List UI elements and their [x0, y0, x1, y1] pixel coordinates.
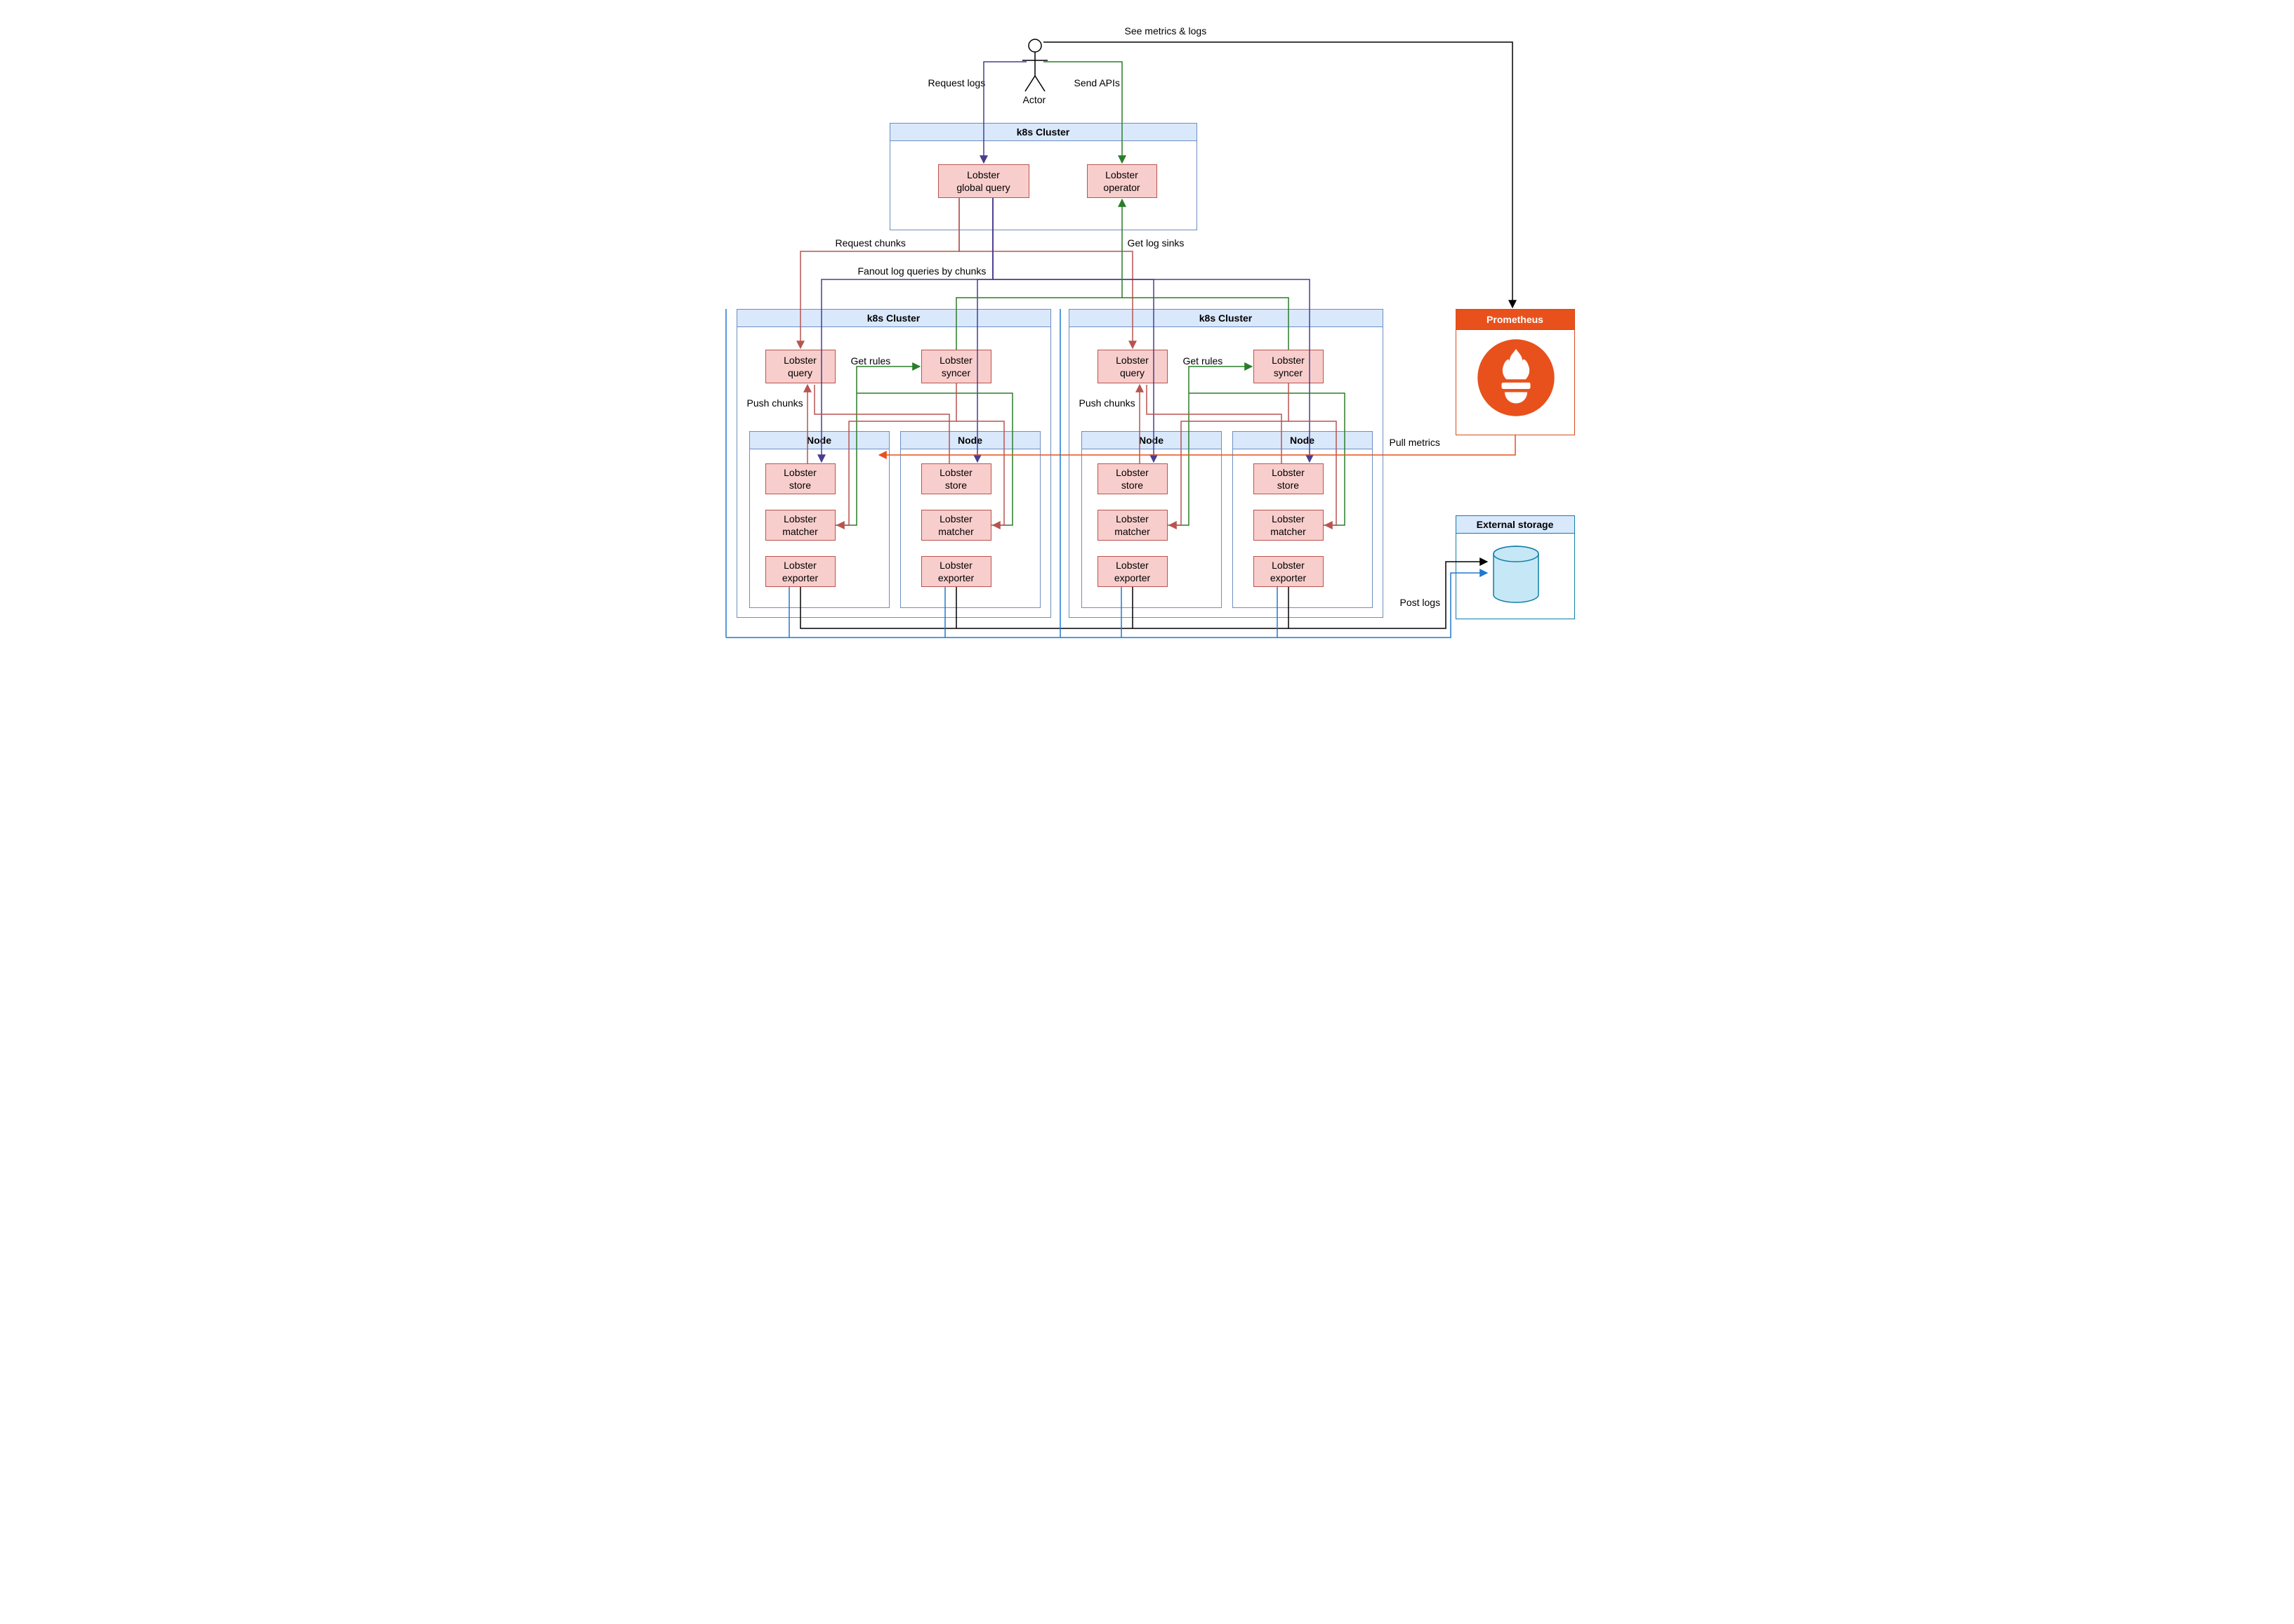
- node3-matcher: Lobster matcher: [1097, 510, 1168, 541]
- right-k8s-title: k8s Cluster: [1069, 310, 1383, 327]
- label-get-rules-2: Get rules: [1183, 355, 1223, 367]
- external-storage-title: External storage: [1456, 516, 1574, 534]
- node-2-title: Node: [901, 432, 1040, 449]
- label-pull-metrics: Pull metrics: [1390, 437, 1440, 448]
- node-3-title: Node: [1082, 432, 1221, 449]
- node1-exporter: Lobster exporter: [765, 556, 836, 587]
- node3-store: Lobster store: [1097, 463, 1168, 494]
- node4-store: Lobster store: [1253, 463, 1324, 494]
- label-get-rules-1: Get rules: [851, 355, 891, 367]
- node-4-title: Node: [1233, 432, 1372, 449]
- left-k8s-title: k8s Cluster: [737, 310, 1050, 327]
- label-request-chunks: Request chunks: [836, 237, 906, 249]
- label-push-chunks-1: Push chunks: [747, 397, 803, 409]
- node2-exporter: Lobster exporter: [921, 556, 991, 587]
- prometheus-icon: [1476, 338, 1556, 418]
- left-lobster-query: Lobster query: [765, 350, 836, 383]
- label-push-chunks-2: Push chunks: [1079, 397, 1135, 409]
- actor-label: Actor: [1023, 94, 1046, 105]
- left-lobster-syncer: Lobster syncer: [921, 350, 991, 383]
- lobster-operator: Lobster operator: [1087, 164, 1157, 198]
- label-post-logs: Post logs: [1400, 597, 1441, 608]
- node1-store: Lobster store: [765, 463, 836, 494]
- label-fanout: Fanout log queries by chunks: [858, 265, 987, 277]
- node2-matcher: Lobster matcher: [921, 510, 991, 541]
- diagram-canvas: Actor See metrics & logs Request logs Se…: [698, 0, 1597, 646]
- node4-matcher: Lobster matcher: [1253, 510, 1324, 541]
- node1-matcher: Lobster matcher: [765, 510, 836, 541]
- label-request-logs: Request logs: [928, 77, 986, 88]
- top-k8s-title: k8s Cluster: [890, 124, 1197, 141]
- external-storage-box: External storage: [1456, 515, 1575, 619]
- node3-exporter: Lobster exporter: [1097, 556, 1168, 587]
- label-see-metrics: See metrics & logs: [1125, 25, 1207, 37]
- right-lobster-query: Lobster query: [1097, 350, 1168, 383]
- cylinder-icon: [1490, 546, 1542, 607]
- prometheus-box: Prometheus: [1456, 309, 1575, 435]
- node-1-title: Node: [750, 432, 889, 449]
- node4-exporter: Lobster exporter: [1253, 556, 1324, 587]
- prometheus-title: Prometheus: [1456, 310, 1574, 330]
- label-get-log-sinks: Get log sinks: [1128, 237, 1185, 249]
- node2-store: Lobster store: [921, 463, 991, 494]
- lobster-global-query: Lobster global query: [938, 164, 1029, 198]
- label-send-apis: Send APIs: [1074, 77, 1120, 88]
- right-lobster-syncer: Lobster syncer: [1253, 350, 1324, 383]
